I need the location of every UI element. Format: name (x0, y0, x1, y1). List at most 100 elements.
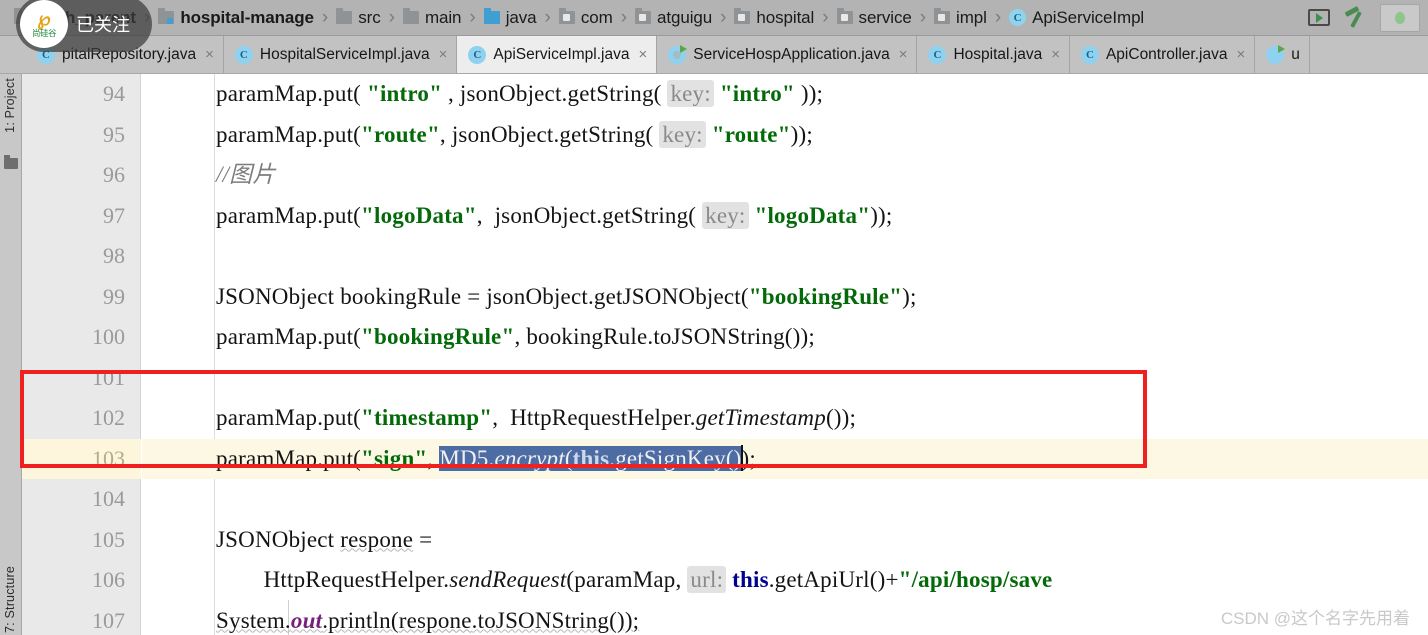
breadcrumb-separator: › (388, 6, 395, 28)
tab-service-hosp-application[interactable]: ServiceHospApplication.java × (657, 36, 918, 73)
toolbar-overflow-button[interactable] (1380, 3, 1420, 32)
breadcrumb-label: java (505, 7, 537, 27)
breadcrumb-separator: › (321, 6, 329, 28)
line-number: 95 (103, 121, 125, 147)
package-folder-icon (934, 8, 951, 24)
code-line: 106 HttpRequestHelper.sendRequest(paramM… (22, 560, 1428, 601)
code-text: JSONObject bookingRule = jsonObject.getJ… (216, 283, 917, 309)
java-class-icon: C (234, 45, 253, 64)
code-text: paramMap.put( "intro" , jsonObject.getSt… (216, 80, 824, 107)
code-line: 96 //图片 (22, 155, 1428, 196)
tab-hospital[interactable]: C Hospital.java × (917, 36, 1070, 73)
tool-window-structure-button[interactable]: 7: Structure (3, 566, 17, 633)
code-text: JSONObject respone = (216, 526, 433, 552)
spring-boot-class-icon (668, 44, 688, 64)
code-line: 100 paramMap.put("bookingRule", bookingR… (22, 317, 1428, 358)
tab-overflow-partial[interactable]: u (1255, 36, 1310, 73)
line-number: 94 (103, 81, 125, 106)
code-text: paramMap.put("logoData", jsonObject.getS… (216, 201, 893, 229)
breadcrumb-item-main[interactable]: main (402, 0, 462, 35)
line-number: 101 (92, 364, 125, 390)
tab-label: Hospital.java (953, 45, 1043, 63)
code-line: 101 (22, 358, 1428, 399)
breadcrumb-separator: › (720, 6, 727, 28)
java-class-icon: C (1080, 45, 1099, 64)
code-text: //图片 (216, 162, 276, 187)
follow-overlay[interactable]: ℘ 尚硅谷 已关注 (16, 0, 152, 52)
close-icon[interactable]: × (1236, 47, 1245, 62)
avatar-mark: ℘ (37, 8, 51, 30)
text-caret (740, 444, 743, 471)
avatar-text: 尚硅谷 (31, 27, 57, 38)
tab-api-controller[interactable]: C ApiController.java × (1070, 36, 1256, 73)
close-icon[interactable]: × (899, 47, 908, 62)
code-line-current: 103 paramMap.put("sign", MD5.encrypt(thi… (22, 439, 1428, 480)
java-class-icon: C (1009, 9, 1027, 26)
line-number: 96 (103, 162, 125, 187)
code-editor[interactable]: 94 paramMap.put( "intro" , jsonObject.ge… (22, 74, 1428, 635)
tab-label: HospitalServiceImpl.java (259, 45, 430, 63)
breadcrumb-separator: › (544, 6, 551, 28)
run-icon[interactable] (1308, 9, 1330, 26)
line-number: 104 (92, 486, 125, 511)
code-text: HttpRequestHelper.sendRequest(paramMap, … (216, 566, 1053, 593)
selected-text[interactable]: MD5.encrypt(this.getSignKey() (439, 445, 742, 471)
source-folder-icon (336, 8, 353, 24)
code-text: paramMap.put("route", jsonObject.getStri… (216, 120, 813, 148)
breadcrumb-label: src (358, 7, 381, 27)
java-class-icon: C (928, 45, 947, 64)
breadcrumb-item-hospital-manage[interactable]: hospital-manage (158, 0, 314, 35)
breadcrumb-item-hospital[interactable]: hospital (734, 0, 814, 35)
code-line: 105 JSONObject respone = (22, 520, 1428, 561)
tab-label: u (1291, 45, 1300, 63)
breadcrumb-item-ApiServiceImpl[interactable]: C ApiServiceImpl (1009, 0, 1144, 35)
breadcrumb-item-com[interactable]: com (558, 0, 613, 35)
tab-hospital-service-impl[interactable]: C HospitalServiceImpl.java × (224, 36, 458, 73)
package-folder-icon (635, 8, 652, 24)
close-icon[interactable]: × (638, 47, 647, 62)
tab-label: ServiceHospApplication.java (693, 45, 890, 63)
breadcrumb-label: atguigu (657, 7, 713, 27)
tab-label: ApiServiceImpl.java (493, 45, 630, 63)
close-icon[interactable]: × (1051, 47, 1060, 62)
code-line: 104 (22, 479, 1428, 520)
line-number: 100 (92, 324, 125, 349)
breadcrumb-label: hospital-manage (180, 7, 314, 27)
line-number: 99 (103, 283, 125, 309)
folder-icon (4, 155, 18, 169)
line-number: 107 (92, 607, 125, 633)
breadcrumb-item-src[interactable]: src (336, 0, 381, 35)
follow-button-label[interactable]: 已关注 (76, 11, 130, 37)
breadcrumb-item-impl[interactable]: impl (934, 0, 987, 35)
line-number: 105 (92, 526, 125, 552)
code-line: 94 paramMap.put( "intro" , jsonObject.ge… (22, 74, 1428, 115)
watermark: CSDN @这个名字先用着 (1220, 609, 1410, 628)
close-icon[interactable]: × (205, 47, 214, 62)
breadcrumb-separator: › (469, 6, 476, 28)
spring-boot-class-icon (1266, 44, 1286, 64)
code-text: paramMap.put("timestamp", HttpRequestHel… (216, 405, 857, 430)
breadcrumb-separator: › (994, 6, 1002, 28)
breadcrumb-item-atguigu[interactable]: atguigu (635, 0, 712, 35)
breadcrumb-separator: › (620, 6, 628, 28)
editor-tab-bar: C pitalRepository.java × C HospitalServi… (0, 36, 1428, 74)
code-text: paramMap.put("bookingRule", bookingRule.… (216, 324, 815, 349)
breadcrumb-separator: › (822, 6, 829, 28)
breadcrumb-label: hospital (756, 7, 815, 27)
toolbar-actions (1308, 0, 1428, 35)
source-folder-icon (402, 8, 419, 24)
breadcrumb-item-service[interactable]: service (836, 0, 912, 35)
breadcrumb-separator: › (919, 6, 927, 28)
breadcrumb: yygh_parent › hospital-manage › src › ma… (0, 0, 1428, 36)
breadcrumb-label: service (858, 7, 912, 27)
breadcrumb-label: main (424, 7, 462, 27)
package-folder-icon (836, 8, 853, 24)
tab-api-service-impl[interactable]: C ApiServiceImpl.java × (457, 36, 658, 73)
line-number: 97 (103, 202, 125, 228)
line-number: 102 (92, 405, 125, 430)
package-folder-icon (558, 8, 575, 24)
breadcrumb-item-java[interactable]: java (483, 0, 537, 35)
tool-window-project-button[interactable]: 1: Project (3, 78, 17, 133)
build-hammer-icon[interactable] (1344, 8, 1366, 28)
close-icon[interactable]: × (439, 47, 448, 62)
